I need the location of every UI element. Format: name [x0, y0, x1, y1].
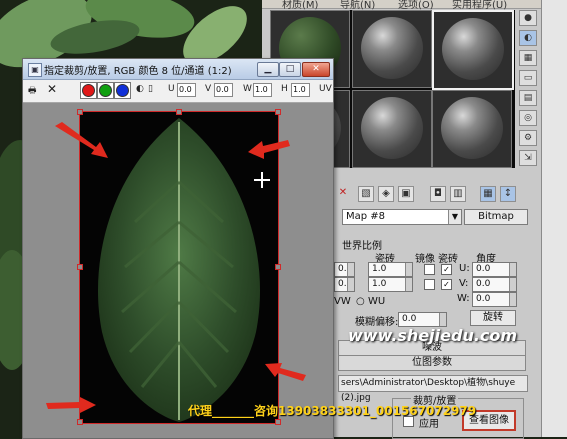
- arrow-icon: [55, 122, 108, 158]
- move-cursor-icon: [254, 172, 270, 188]
- arrow-icon: [46, 397, 96, 413]
- contact-text: 代理_______咨询13903833301_001567072979: [188, 404, 477, 418]
- annotation-arrows: [46, 122, 306, 413]
- arrow-icon: [248, 140, 290, 159]
- watermark-text: www.shejiedu.com: [348, 326, 518, 345]
- arrow-icon: [265, 363, 306, 381]
